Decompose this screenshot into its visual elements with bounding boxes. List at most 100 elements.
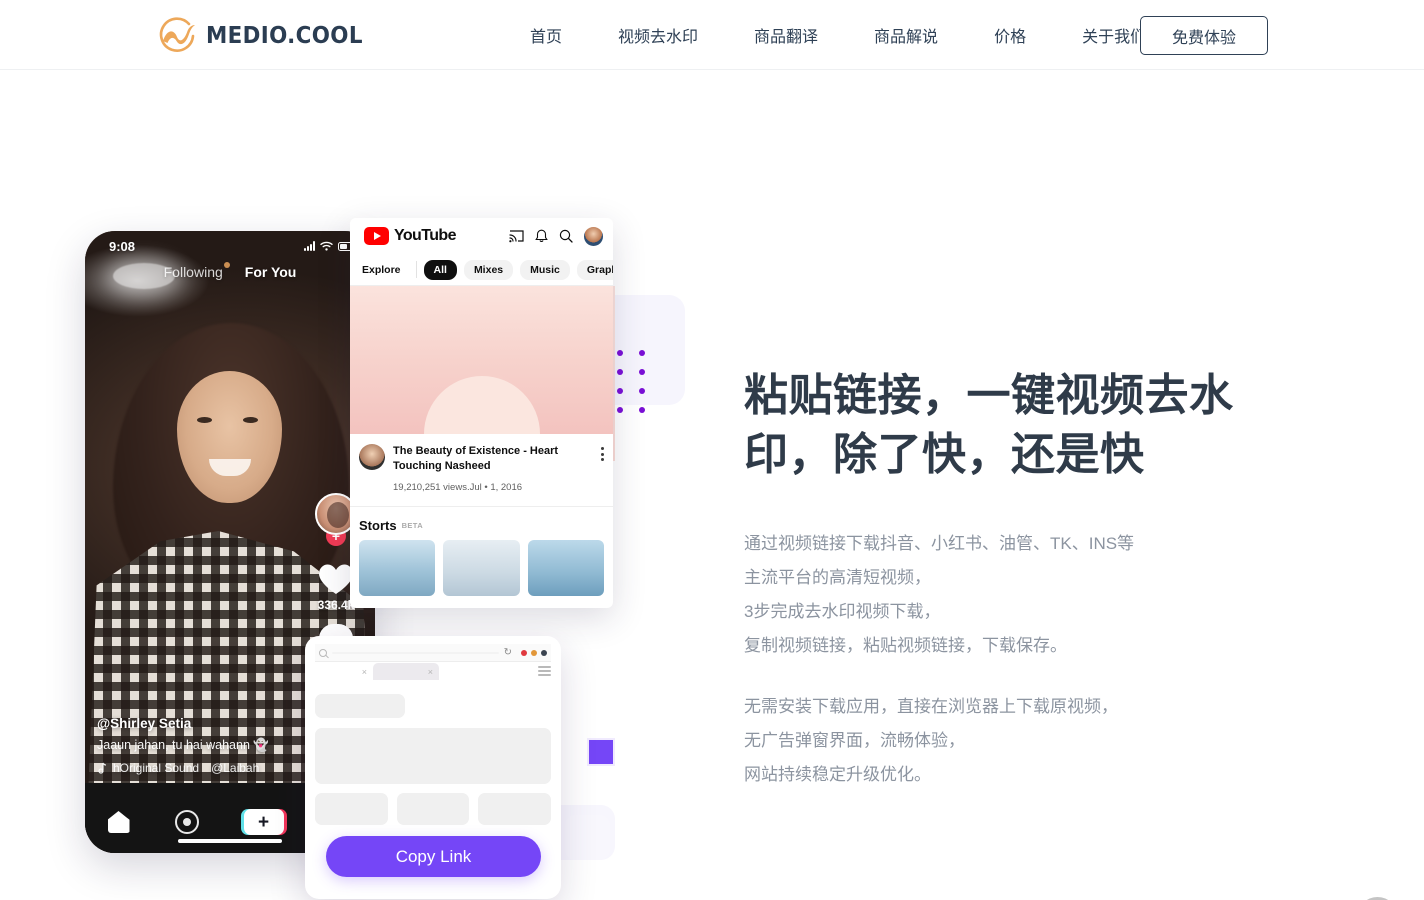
decor-dot bbox=[617, 388, 623, 394]
window-maximize-light[interactable] bbox=[541, 649, 547, 656]
window-controls bbox=[521, 649, 547, 656]
decor-dot bbox=[639, 350, 645, 356]
decor-dot bbox=[639, 388, 645, 394]
create-plus-icon[interactable]: + bbox=[243, 809, 284, 835]
home-indicator bbox=[178, 839, 282, 843]
youtube-panel-mockup: YouTube Explore All Mixes Music Grap The… bbox=[350, 218, 613, 608]
wifi-icon bbox=[320, 241, 333, 251]
channel-avatar[interactable] bbox=[359, 444, 385, 470]
browser-tab[interactable]: × bbox=[373, 663, 439, 680]
kebab-menu-icon[interactable] bbox=[601, 444, 604, 495]
phone-feed-tabs: Following For You bbox=[85, 262, 375, 280]
discover-compass-icon[interactable] bbox=[174, 810, 199, 834]
music-author: @Laibah bbox=[211, 761, 260, 775]
chip-mixes[interactable]: Mixes bbox=[463, 259, 514, 280]
decor-dot bbox=[639, 407, 645, 413]
browser-copy-link-card: ↻ × × Copy Link bbox=[305, 636, 561, 899]
browser-url-bar[interactable]: ↻ bbox=[315, 644, 551, 662]
video-thumbnail[interactable] bbox=[350, 286, 613, 434]
logo-text: MEDIO.COOL bbox=[206, 23, 363, 49]
nav-item-product-translate[interactable]: 商品翻译 bbox=[726, 23, 846, 47]
phone-status-bar: 9:08 bbox=[85, 231, 375, 261]
decor-lavender-block-3 bbox=[565, 815, 610, 860]
hero-paragraph-2: 无需安装下载应用，直接在浏览器上下载原视频， 无广告弹窗界面，流畅体验， 网站持… bbox=[744, 696, 1118, 784]
nav-item-home[interactable]: 首页 bbox=[510, 23, 590, 47]
skeleton-cell bbox=[478, 793, 552, 825]
account-avatar-icon[interactable] bbox=[584, 226, 603, 246]
chip-music[interactable]: Music bbox=[520, 259, 570, 280]
search-icon[interactable] bbox=[559, 229, 573, 243]
hero-copy-column: 粘贴链接，一键视频去水印，除了快，还是快 通过视频链接下载抖音、小红书、油管、T… bbox=[744, 366, 1304, 819]
free-trial-button[interactable]: 免费体验 bbox=[1140, 16, 1268, 55]
reload-icon[interactable]: ↻ bbox=[504, 647, 512, 658]
youtube-brand[interactable]: YouTube bbox=[364, 227, 456, 245]
youtube-header-actions bbox=[509, 226, 603, 246]
youtube-header: YouTube bbox=[350, 218, 613, 254]
shorts-thumbnail[interactable] bbox=[359, 540, 436, 597]
youtube-chip-row: Explore All Mixes Music Graphic bbox=[350, 254, 613, 286]
chip-all[interactable]: All bbox=[423, 259, 457, 280]
browser-tab-strip: × × bbox=[315, 662, 551, 680]
caption-text: Jaaun jahan, tu hai wahann 👻 bbox=[97, 738, 269, 752]
hero-section: 9:08 Following For You + 336.4k @Shirley… bbox=[0, 70, 1424, 900]
decor-dot bbox=[617, 369, 623, 375]
youtube-play-icon bbox=[364, 227, 389, 245]
phone-caption: @Shirley Setia Jaaun jahan, tu hai wahan… bbox=[97, 716, 327, 775]
chip-explore[interactable]: Explore bbox=[358, 260, 409, 280]
caption-username[interactable]: @Shirley Setia bbox=[97, 716, 327, 731]
home-icon[interactable] bbox=[107, 811, 130, 833]
shorts-title: Storts bbox=[359, 518, 397, 534]
shorts-beta-badge: BETA bbox=[401, 521, 424, 531]
video-meta-row: The Beauty of Existence - Heart Touching… bbox=[350, 434, 613, 506]
decor-dot-grid bbox=[617, 350, 661, 426]
like-count: 336.4k bbox=[317, 598, 355, 612]
medio-swoosh-logo-icon bbox=[159, 17, 195, 52]
window-minimize-light[interactable] bbox=[531, 649, 537, 656]
skeleton-block bbox=[315, 728, 551, 784]
shorts-section-header: Storts BETA bbox=[350, 506, 613, 540]
phone-person-eye-right bbox=[243, 417, 258, 423]
hero-paragraph-1: 通过视频链接下载抖音、小红书、油管、TK、INS等 主流平台的高清短视频， 3步… bbox=[744, 533, 1135, 655]
skeleton-pill bbox=[315, 694, 405, 718]
browser-tab[interactable]: × bbox=[315, 663, 373, 680]
search-icon bbox=[319, 648, 327, 657]
skeleton-cell bbox=[315, 793, 388, 825]
hamburger-menu-icon[interactable] bbox=[538, 665, 551, 680]
cast-icon[interactable] bbox=[509, 229, 524, 243]
caption-music[interactable]: hOriginal Sound @Laibah bbox=[97, 761, 327, 775]
decor-dot bbox=[639, 369, 645, 375]
chip-divider bbox=[415, 261, 417, 278]
status-icons bbox=[304, 241, 355, 251]
copy-link-button[interactable]: Copy Link bbox=[326, 836, 541, 877]
tiktok-music-note-icon bbox=[98, 762, 107, 774]
site-header: MEDIO.COOL 首页 视频去水印 商品翻译 商品解说 价格 关于我们 免费… bbox=[0, 0, 1424, 70]
decor-purple-square bbox=[587, 738, 615, 766]
video-stats: 19,210,251 views.Jul • 1, 2016 bbox=[393, 482, 523, 494]
page-title: 粘贴链接，一键视频去水印，除了快，还是快 bbox=[744, 371, 1234, 480]
shorts-thumbnail-row bbox=[350, 540, 613, 597]
url-placeholder-line bbox=[332, 651, 499, 654]
browser-page-skeleton bbox=[311, 680, 555, 825]
bell-icon[interactable] bbox=[535, 229, 548, 243]
decor-dot bbox=[617, 407, 623, 413]
skeleton-row bbox=[315, 793, 552, 825]
tab-for-you[interactable]: For You bbox=[245, 264, 297, 280]
nav-item-product-narration[interactable]: 商品解说 bbox=[846, 23, 966, 47]
window-close-light[interactable] bbox=[521, 649, 527, 656]
shorts-thumbnail[interactable] bbox=[527, 540, 604, 597]
chip-graphic[interactable]: Graphic bbox=[576, 259, 613, 280]
video-title[interactable]: The Beauty of Existence - Heart Touching… bbox=[393, 444, 593, 473]
nav-item-pricing[interactable]: 价格 bbox=[966, 23, 1054, 47]
youtube-brand-name: YouTube bbox=[394, 227, 456, 244]
phone-person-eye-left bbox=[197, 417, 212, 423]
tab-following[interactable]: Following bbox=[164, 262, 230, 280]
status-time: 9:08 bbox=[109, 238, 136, 254]
decor-dot bbox=[617, 350, 623, 356]
cellular-signal-icon bbox=[304, 241, 315, 251]
logo[interactable]: MEDIO.COOL bbox=[157, 16, 375, 56]
shorts-thumbnail[interactable] bbox=[443, 540, 520, 597]
main-nav: 首页 视频去水印 商品翻译 商品解说 价格 关于我们 bbox=[510, 0, 1174, 70]
nav-item-video-watermark[interactable]: 视频去水印 bbox=[590, 23, 726, 47]
skeleton-cell bbox=[396, 793, 470, 825]
music-title: hOriginal Sound bbox=[113, 761, 200, 775]
